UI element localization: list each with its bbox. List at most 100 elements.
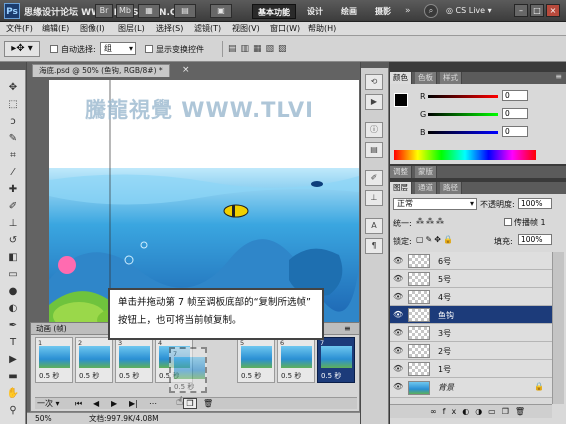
notes-panel-icon[interactable]: ▤ <box>365 142 383 158</box>
panel-menu-icon[interactable]: ≡ <box>344 324 351 333</box>
menu-filter[interactable]: 滤镜(T) <box>192 23 223 35</box>
show-transform-checkbox[interactable] <box>145 45 153 53</box>
menu-help[interactable]: 帮助(H) <box>306 23 338 35</box>
workspace-design[interactable]: 设计 <box>302 4 328 19</box>
eye-icon[interactable]: 👁 <box>393 346 403 356</box>
hand-tool-icon[interactable]: ✋ <box>4 386 22 401</box>
tab-swatches[interactable]: 色板 <box>415 72 437 84</box>
menu-edit[interactable]: 编辑(E) <box>40 23 71 35</box>
workspace-more-icon[interactable]: » <box>405 6 411 16</box>
frame-delay[interactable]: 0.5 秒 <box>79 371 99 381</box>
opacity-field[interactable] <box>518 198 552 209</box>
pen-tool-icon[interactable]: ✒ <box>4 318 22 333</box>
move-tool-icon[interactable]: ✥ <box>4 80 22 95</box>
zoom-level[interactable]: 50% <box>35 413 52 424</box>
tab-layers[interactable]: 图层 <box>390 182 412 194</box>
animation-frame-selected[interactable]: 7 0.5 秒 <box>317 337 355 383</box>
eye-icon[interactable]: 👁 <box>393 382 403 392</box>
first-frame-icon[interactable]: ⏮ <box>75 398 82 410</box>
tab-adjustments[interactable]: 调整 <box>390 166 412 178</box>
eye-icon[interactable]: 👁 <box>393 292 403 302</box>
close-tab-icon[interactable]: × <box>182 65 190 75</box>
layer-row[interactable]: 👁 5号 <box>390 270 552 288</box>
frame-delay[interactable]: 0.5 秒 <box>119 371 139 381</box>
gradient-tool-icon[interactable]: ▭ <box>4 267 22 282</box>
layer-row[interactable]: 👁 1号 <box>390 360 552 378</box>
healing-brush-tool-icon[interactable]: ✚ <box>4 182 22 197</box>
menu-window[interactable]: 窗口(W) <box>268 23 302 35</box>
auto-select-dropdown[interactable]: 组 ▾ <box>100 42 136 55</box>
unify-buttons[interactable]: ⁂⁂⁂ <box>416 217 446 226</box>
fill-field[interactable] <box>518 234 552 245</box>
animation-frame[interactable]: 5 0.5 秒 <box>237 337 275 383</box>
foreground-color-swatch[interactable] <box>394 93 408 107</box>
tab-channels[interactable]: 通道 <box>415 182 437 194</box>
tween-icon[interactable]: ⋯ <box>149 398 157 410</box>
lasso-tool-icon[interactable]: ↄ <box>4 114 22 129</box>
clone-source-panel-icon[interactable]: ⊥ <box>365 190 383 206</box>
animation-frame[interactable]: 3 0.5 秒 <box>115 337 153 383</box>
minimize-icon[interactable]: – <box>514 4 528 17</box>
menu-layer[interactable]: 图层(L) <box>116 23 147 35</box>
document-tab[interactable]: 海底.psd @ 50% (鱼钩, RGB/8#) * <box>32 64 170 77</box>
frame-delay[interactable]: 0.5 秒 <box>241 371 261 381</box>
crop-tool-icon[interactable]: ⌗ <box>4 148 22 163</box>
character-panel-icon[interactable]: A <box>365 218 383 234</box>
next-frame-icon[interactable]: ▶| <box>129 398 138 410</box>
bridge-icon[interactable]: Br <box>95 4 113 18</box>
zoom-tool-icon[interactable]: ⚲ <box>4 403 22 418</box>
tool-preset-picker[interactable]: ▸✥ ▾ <box>4 41 40 57</box>
history-brush-tool-icon[interactable]: ↺ <box>4 233 22 248</box>
tab-color[interactable]: 颜色 <box>390 72 412 84</box>
r-value-field[interactable] <box>502 90 528 101</box>
previous-frame-icon[interactable]: ◀ <box>93 398 99 410</box>
path-select-tool-icon[interactable]: ▶ <box>4 352 22 367</box>
actions-panel-icon[interactable]: ▶ <box>365 94 383 110</box>
delete-frame-icon[interactable]: 🗑 <box>203 398 213 410</box>
eye-icon[interactable]: 👁 <box>393 364 403 374</box>
layer-row[interactable]: 👁 3号 <box>390 324 552 342</box>
g-value-field[interactable] <box>502 108 528 119</box>
search-icon[interactable]: ⌕ <box>424 4 438 18</box>
eye-icon[interactable]: 👁 <box>393 274 403 284</box>
dragged-frame[interactable]: 7 0.5 秒 <box>169 347 207 393</box>
menu-view[interactable]: 视图(V) <box>230 23 262 35</box>
menu-file[interactable]: 文件(F) <box>4 23 35 35</box>
menu-select[interactable]: 选择(S) <box>154 23 185 35</box>
frame-delay[interactable]: 0.5 秒 <box>39 371 59 381</box>
animation-frame[interactable]: 2 0.5 秒 <box>75 337 113 383</box>
frame-delay[interactable]: 0.5 秒 <box>281 371 301 381</box>
eraser-tool-icon[interactable]: ◧ <box>4 250 22 265</box>
g-slider[interactable] <box>428 113 498 116</box>
history-panel-icon[interactable]: ⟲ <box>365 74 383 90</box>
eye-icon[interactable]: 👁 <box>393 256 403 266</box>
layers-bottom-toolbar[interactable]: ∞fx◐◑▭❐🗑 <box>390 404 552 418</box>
layer-row-background[interactable]: 👁 背景 🔒 <box>390 378 552 398</box>
duplicate-frame-button[interactable]: ❐ <box>183 398 197 409</box>
workspace-painting[interactable]: 绘画 <box>336 4 362 19</box>
eye-icon[interactable]: 👁 <box>393 328 403 338</box>
marquee-tool-icon[interactable]: ⬚ <box>4 97 22 112</box>
menu-image[interactable]: 图像(I) <box>78 23 107 35</box>
shape-tool-icon[interactable]: ▬ <box>4 369 22 384</box>
tab-styles[interactable]: 样式 <box>440 72 462 84</box>
propagate-frame-checkbox[interactable] <box>504 218 512 226</box>
dodge-tool-icon[interactable]: ◐ <box>4 301 22 316</box>
layer-row[interactable]: 👁 4号 <box>390 288 552 306</box>
align-buttons[interactable]: ▤▥▦▧▨ <box>222 41 334 57</box>
brush-panel-icon[interactable]: ✐ <box>365 170 383 186</box>
cs-live-button[interactable]: ◎ CS Live ▾ <box>446 6 492 15</box>
layers-scrollbar[interactable] <box>552 252 564 404</box>
b-slider[interactable] <box>428 131 498 134</box>
lock-buttons[interactable]: ▢✎✥🔒 <box>416 235 455 244</box>
color-ramp[interactable] <box>394 150 536 160</box>
layer-row[interactable]: 👁 2号 <box>390 342 552 360</box>
info-panel-icon[interactable]: ⓘ <box>365 122 383 138</box>
b-value-field[interactable] <box>502 126 528 137</box>
blend-mode-dropdown[interactable]: 正常 ▾ <box>393 198 477 210</box>
maximize-icon[interactable]: □ <box>530 4 544 17</box>
play-icon[interactable]: ▶ <box>111 398 117 410</box>
animation-frame[interactable]: 6 0.5 秒 <box>277 337 315 383</box>
auto-select-checkbox[interactable] <box>50 45 58 53</box>
layer-row-selected[interactable]: 👁 鱼钩 <box>390 306 552 324</box>
